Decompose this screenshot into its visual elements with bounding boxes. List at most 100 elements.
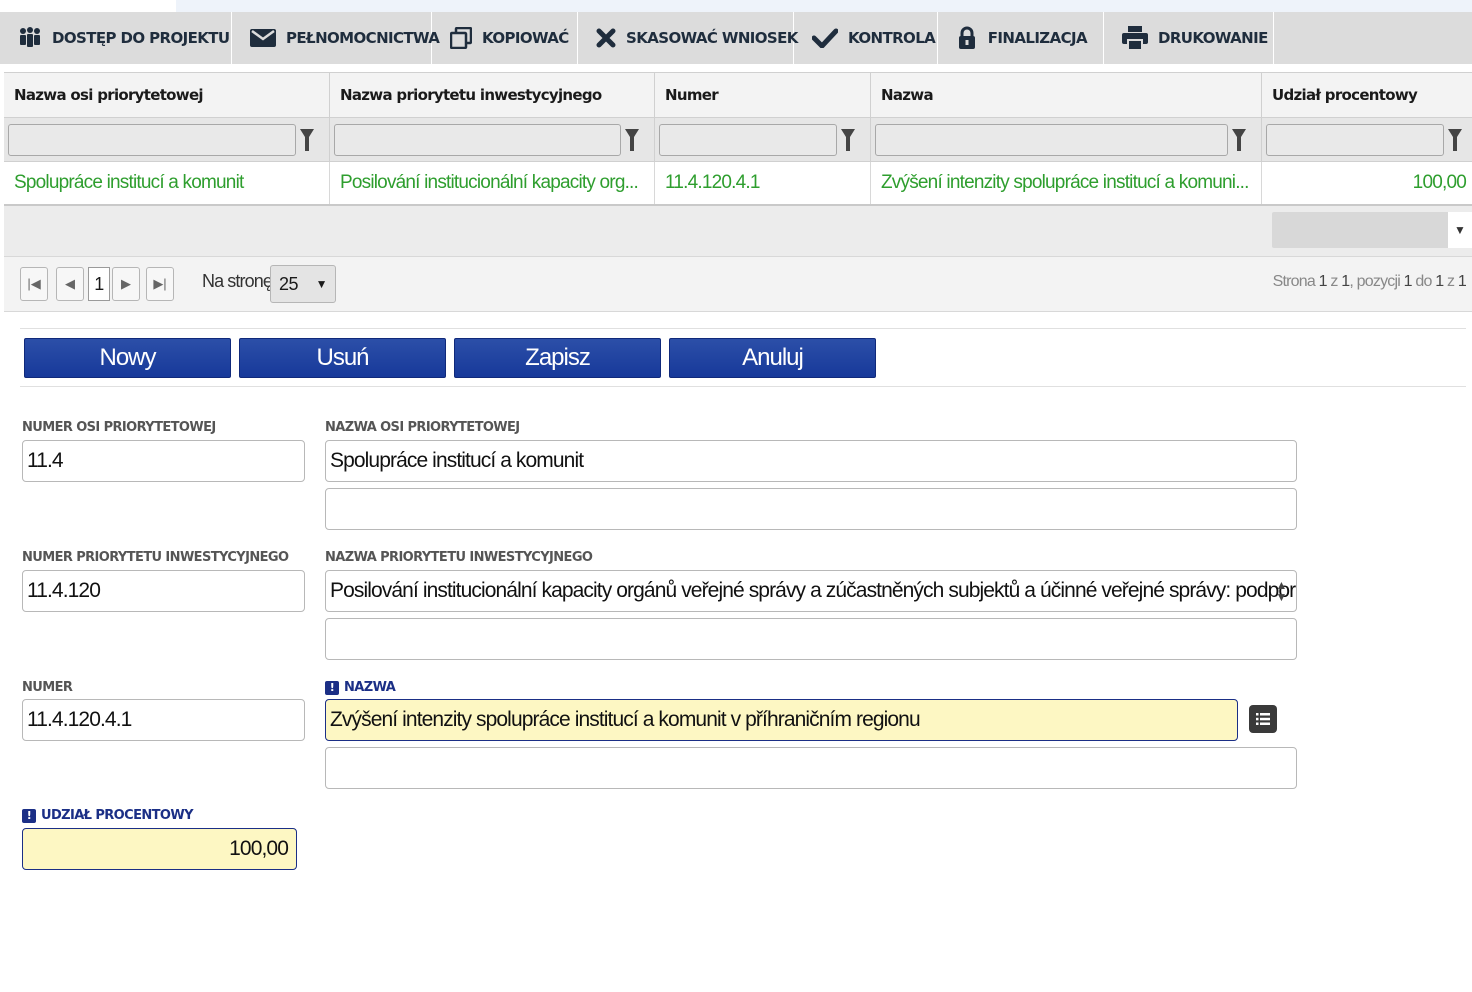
priority-number-field[interactable]: 11.4.120 <box>22 570 305 612</box>
control-button[interactable]: KONTROLA <box>794 12 938 64</box>
filter-funnel-icon[interactable] <box>1444 125 1466 155</box>
priority-name-label: NAZWA PRIORYTETU INWESTYCYJNEGO <box>325 550 593 565</box>
first-page-icon: |◀ <box>27 276 41 291</box>
filter-funnel-icon[interactable] <box>1228 125 1250 155</box>
toolbar-label: DRUKOWANIE <box>1158 29 1268 47</box>
filter-cell <box>655 118 871 161</box>
number-label: NUMER <box>22 680 73 695</box>
last-page-button[interactable]: ▶| <box>146 267 174 301</box>
toolbar-label: DOSTĘP DO PROJEKTU <box>52 29 230 47</box>
delete-x-icon <box>596 26 616 50</box>
pager-info-text: z <box>1447 273 1455 290</box>
number-field[interactable]: 11.4.120.4.1 <box>22 699 305 741</box>
envelope-icon <box>250 26 276 50</box>
axis-number-label: NUMER OSI PRIORYTETOWEJ <box>22 420 216 435</box>
people-icon <box>18 26 42 50</box>
filter-cell <box>1262 118 1472 161</box>
delete-button[interactable]: Usuń <box>239 338 446 378</box>
axis-name-label: NAZWA OSI PRIORYTETOWEJ <box>325 420 520 435</box>
toolbar-label: PEŁNOMOCNICTWA <box>286 29 440 47</box>
pager-info-text: Strona <box>1272 273 1316 290</box>
toolbar-label: KONTROLA <box>848 29 936 47</box>
save-button[interactable]: Zapisz <box>454 338 661 378</box>
filter-funnel-icon[interactable] <box>621 125 643 155</box>
grid-footer: ▼ <box>4 206 1472 256</box>
copy-button[interactable]: KOPIOWAĆ <box>432 12 578 64</box>
printer-icon <box>1122 26 1148 50</box>
grid-filter-row <box>4 118 1472 162</box>
chevron-down-icon: ▼ <box>1448 212 1472 248</box>
cell-priority-name: Posilování institucionální kapacity org.… <box>330 162 655 204</box>
cell-axis-name: Spolupráce institucí a komunit <box>4 162 330 204</box>
pager-info-text: do <box>1415 273 1432 290</box>
chevron-down-icon: ▼ <box>1275 590 1288 604</box>
cell-number: 11.4.120.4.1 <box>655 162 871 204</box>
priority-name-field[interactable]: Posilování institucionální kapacity orgá… <box>325 570 1297 612</box>
divider <box>20 386 1466 387</box>
current-page-input[interactable]: 1 <box>88 267 110 301</box>
lock-icon <box>956 26 978 50</box>
filter-input[interactable] <box>875 123 1228 156</box>
pager-info-num: 1 <box>1318 273 1328 290</box>
pager-info-num: 1 <box>1435 273 1444 290</box>
cell-name: Zvýšení intenzity spolupráce institucí a… <box>871 162 1262 204</box>
top-strip-tab <box>176 0 1472 12</box>
divider <box>20 328 1466 329</box>
last-page-icon: ▶| <box>153 276 167 291</box>
name-field-secondary[interactable] <box>325 747 1297 789</box>
filter-input[interactable] <box>8 123 296 156</box>
per-page-label: Na stronę <box>202 271 273 291</box>
first-page-button[interactable]: |◀ <box>20 267 48 301</box>
column-select[interactable]: ▼ <box>1272 212 1472 248</box>
filter-input[interactable] <box>659 123 837 156</box>
axis-name-field[interactable]: Spolupráce institucí a komunit <box>325 440 1297 482</box>
pager: |◀ ◀ 1 ▶ ▶| Na stronę 25 ▼ Strona 1 z 1,… <box>4 256 1472 312</box>
print-button[interactable]: DRUKOWANIE <box>1104 12 1274 64</box>
column-header-number[interactable]: Numer <box>655 73 871 117</box>
column-header-axis-name[interactable]: Nazwa osi priorytetowej <box>4 73 330 117</box>
filter-funnel-icon[interactable] <box>837 125 859 155</box>
priority-name-field-secondary[interactable] <box>325 618 1297 660</box>
axis-name-field-secondary[interactable] <box>325 488 1297 530</box>
per-page-value: 25 <box>279 273 299 294</box>
axis-number-field[interactable]: 11.4 <box>22 440 305 482</box>
filter-cell <box>871 118 1262 161</box>
required-icon: ! <box>325 680 339 695</box>
scroll-spinner[interactable]: ▲ ▼ <box>1270 575 1292 607</box>
toolbar-label: SKASOWAĆ WNIOSEK <box>626 29 798 47</box>
column-header-share[interactable]: Udział procentowy <box>1262 73 1472 117</box>
name-label-text: NAZWA <box>344 680 396 695</box>
table-row[interactable]: Spolupráce institucí a komunit Posilován… <box>4 162 1472 206</box>
column-header-priority-name[interactable]: Nazwa priorytetu inwestycyjnego <box>330 73 655 117</box>
priority-number-label: NUMER PRIORYTETU INWESTYCYJNEGO <box>22 550 289 565</box>
pager-info: Strona 1 z 1, pozycji 1 do 1 z 1 <box>1272 273 1467 291</box>
prev-page-icon: ◀ <box>65 276 75 291</box>
name-label: ! NAZWA <box>325 680 396 695</box>
chevron-down-icon: ▼ <box>315 277 328 291</box>
next-page-button[interactable]: ▶ <box>112 267 140 301</box>
pager-info-text: z <box>1330 273 1338 290</box>
data-grid: Nazwa osi priorytetowej Nazwa priorytetu… <box>4 72 1472 256</box>
filter-cell <box>330 118 655 161</box>
next-page-icon: ▶ <box>121 276 131 291</box>
filter-input[interactable] <box>334 123 621 156</box>
checkmark-icon <box>812 26 838 50</box>
filter-input[interactable] <box>1266 123 1444 156</box>
name-field[interactable]: Zvýšení intenzity spolupráce institucí a… <box>325 699 1238 741</box>
share-label-text: UDZIAŁ PROCENTOWY <box>41 808 194 823</box>
cancel-button[interactable]: Anuluj <box>669 338 876 378</box>
delete-application-button[interactable]: SKASOWAĆ WNIOSEK <box>578 12 798 64</box>
share-field[interactable]: 100,00 <box>22 828 297 870</box>
prev-page-button[interactable]: ◀ <box>56 267 84 301</box>
access-project-button[interactable]: DOSTĘP DO PROJEKTU <box>0 12 232 64</box>
filter-funnel-icon[interactable] <box>296 125 318 155</box>
column-header-name[interactable]: Nazwa <box>871 73 1262 117</box>
finalization-button[interactable]: FINALIZACJA <box>938 12 1104 64</box>
per-page-select[interactable]: 25 ▼ <box>270 265 336 303</box>
power-of-attorney-button[interactable]: PEŁNOMOCNICTWA <box>232 12 440 64</box>
list-picker-button[interactable] <box>1249 705 1277 733</box>
cell-share: 100,00 <box>1412 172 1467 193</box>
new-button[interactable]: Nowy <box>24 338 231 378</box>
grid-header: Nazwa osi priorytetowej Nazwa priorytetu… <box>4 72 1472 118</box>
toolbar-label: KOPIOWAĆ <box>482 29 569 47</box>
